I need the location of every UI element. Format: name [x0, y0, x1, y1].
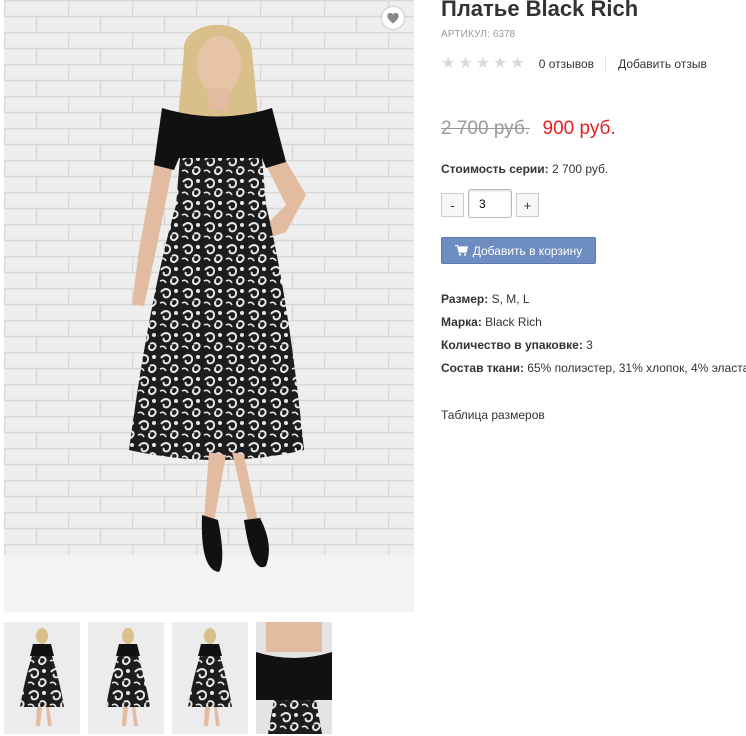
sku-value: 6378: [492, 29, 516, 40]
shopping-cart-icon: [454, 245, 468, 256]
series-price-label: Стоимость серии:: [441, 162, 549, 176]
reviews-count-link[interactable]: 0 отзывов: [539, 57, 607, 71]
property-label: Размер:: [441, 292, 489, 306]
rating-stars[interactable]: ★ ★ ★ ★ ★: [441, 56, 525, 72]
sku-label: Артикул:: [441, 29, 491, 40]
star-icon[interactable]: ★: [441, 56, 455, 72]
add-to-cart-button[interactable]: Добавить в корзину: [441, 237, 596, 264]
star-icon[interactable]: ★: [476, 56, 490, 72]
property-value: S, M, L: [491, 292, 530, 306]
add-to-favorites-button[interactable]: [382, 7, 404, 29]
thumbnail-3[interactable]: [172, 622, 248, 734]
thumbnail-4[interactable]: [256, 622, 332, 734]
property-row: Марка: Black Rich: [441, 311, 746, 334]
property-row: Количество в упаковке: 3: [441, 334, 746, 357]
rating-row: ★ ★ ★ ★ ★ 0 отзывов Добавить отзыв: [441, 56, 707, 72]
property-value: 65% полиэстер, 31% хлопок, 4% эластан: [527, 361, 746, 375]
heart-icon: [387, 12, 399, 23]
old-price: 2 700 руб.: [441, 118, 531, 139]
sku: Артикул: 6378: [441, 29, 515, 40]
quantity-stepper: - +: [441, 189, 539, 218]
decrease-quantity-button[interactable]: -: [441, 193, 464, 217]
property-label: Марка:: [441, 315, 482, 329]
thumbnail-strip: [4, 622, 332, 734]
product-title: Платье Black Rich: [441, 0, 639, 21]
star-icon[interactable]: ★: [458, 56, 472, 72]
add-to-cart-label: Добавить в корзину: [472, 243, 583, 258]
property-value: Black Rich: [485, 315, 542, 329]
new-price: 900 руб.: [542, 118, 616, 139]
thumbnail-2[interactable]: [88, 622, 164, 734]
main-product-photo[interactable]: [4, 0, 414, 612]
thumbnail-1[interactable]: [4, 622, 80, 734]
price-row: 2 700 руб. 900 руб.: [441, 118, 616, 140]
property-row: Состав ткани: 65% полиэстер, 31% хлопок,…: [441, 357, 746, 380]
property-label: Количество в упаковке:: [441, 338, 583, 352]
series-price: Стоимость серии: 2 700 руб.: [441, 162, 608, 176]
add-review-link[interactable]: Добавить отзыв: [618, 57, 707, 71]
quantity-input[interactable]: [468, 189, 512, 218]
property-row: Размер: S, M, L: [441, 288, 746, 311]
series-price-value: 2 700 руб.: [552, 162, 609, 176]
size-table-link[interactable]: Таблица размеров: [441, 408, 545, 422]
property-label: Состав ткани:: [441, 361, 524, 375]
star-icon[interactable]: ★: [510, 56, 524, 72]
star-icon[interactable]: ★: [493, 56, 507, 72]
property-value: 3: [586, 338, 593, 352]
increase-quantity-button[interactable]: +: [516, 193, 539, 217]
product-properties: Размер: S, M, L Марка: Black Rich Количе…: [441, 288, 746, 380]
